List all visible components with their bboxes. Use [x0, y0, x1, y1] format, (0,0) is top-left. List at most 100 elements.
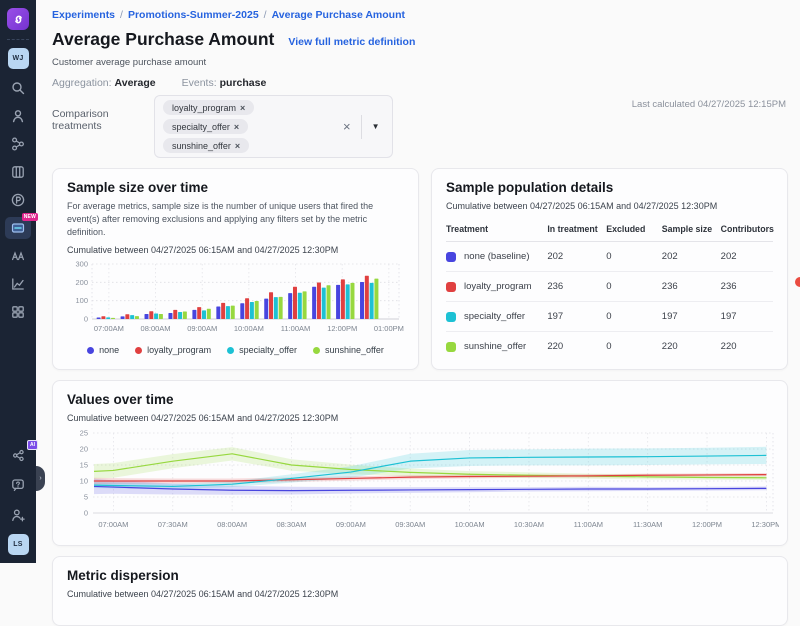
main-content: Experiments / Promotions-Summer-2025 / A… [36, 0, 800, 563]
bar-sunshine_offer [135, 316, 139, 319]
treatment-name: sunshine_offer [464, 341, 526, 352]
treatments-multiselect[interactable]: loyalty_program× specialty_offer× sunshine… [154, 95, 393, 158]
bar-specialty_offer [346, 284, 350, 319]
sidebar-item-metrics[interactable] [5, 273, 31, 295]
grid-icon [10, 304, 26, 320]
table-cell: 202 [547, 251, 606, 262]
sidebar-item-autotune[interactable] [5, 245, 31, 267]
column-header: Contributors [721, 224, 773, 234]
bar-none [264, 299, 268, 319]
breadcrumb-experiments[interactable]: Experiments [52, 9, 115, 21]
metric-subtitle: Customer average purchase amount [52, 57, 788, 68]
legend-label: specialty_offer [239, 345, 297, 355]
legend-item[interactable]: specialty_offer [227, 345, 297, 355]
bar-sunshine_offer [111, 318, 115, 319]
values-line-chart[interactable]: 051015202507:00AM07:30AM08:00AM08:30AM09… [67, 427, 779, 539]
table-cell: 197 [547, 311, 606, 322]
sample-size-bar-chart[interactable]: 010020030007:00AM08:00AM09:00AM10:00AM11… [67, 259, 404, 344]
breadcrumb: Experiments / Promotions-Summer-2025 / A… [52, 9, 788, 21]
bar-loyalty_program [125, 314, 129, 319]
legend-item[interactable]: none [87, 345, 119, 355]
sidebar-item-pulse[interactable] [5, 189, 31, 211]
statsig-logo-icon[interactable] [7, 8, 29, 30]
breadcrumb-separator: / [264, 9, 267, 21]
treatment-chip[interactable]: sunshine_offer× [163, 138, 249, 153]
treatment-color-swatch [446, 312, 456, 322]
sidebar-item-dashboards[interactable] [5, 301, 31, 323]
sidebar-item-console[interactable]: NEW [5, 217, 31, 239]
search-icon [10, 80, 26, 96]
bar-specialty_offer [322, 288, 326, 319]
chevron-down-icon[interactable]: ▼ [368, 122, 384, 131]
bar-none [97, 318, 101, 319]
sidebar-item-invite[interactable] [5, 504, 31, 526]
sidebar-item-users[interactable] [5, 105, 31, 127]
legend-item[interactable]: loyalty_program [135, 345, 211, 355]
bar-loyalty_program [293, 287, 297, 319]
select-divider [361, 115, 362, 139]
legend-item[interactable]: sunshine_offer [313, 345, 384, 355]
table-cell: 0 [606, 251, 662, 262]
user-avatar[interactable]: LS [8, 534, 29, 555]
bar-sunshine_offer [207, 309, 211, 319]
values-cumulative: Cumulative between 04/27/2025 06:15AM an… [67, 413, 773, 423]
svg-text:08:00AM: 08:00AM [217, 520, 247, 529]
table-cell: 236 [721, 281, 773, 292]
comparison-treatments-label: Comparison treatments [52, 95, 146, 158]
svg-text:07:00AM: 07:00AM [98, 520, 128, 529]
table-cell: 220 [721, 341, 773, 352]
person-icon [10, 108, 26, 124]
sidebar-item-ai-assistant[interactable]: AI [5, 444, 31, 466]
clear-all-icon[interactable]: × [339, 119, 355, 134]
column-header: Excluded [606, 224, 662, 234]
svg-text:12:30PM: 12:30PM [751, 520, 779, 529]
table-cell: 197 [662, 311, 721, 322]
table-header-row: TreatmentIn treatmentExcludedSample size… [446, 220, 773, 242]
bar-sunshine_offer [255, 301, 259, 319]
table-cell: 236 [547, 281, 606, 292]
new-badge: NEW [22, 213, 38, 221]
bar-specialty_offer [250, 302, 254, 319]
table-cell: 0 [606, 311, 662, 322]
svg-text:07:00AM: 07:00AM [94, 324, 124, 333]
svg-text:10:00AM: 10:00AM [455, 520, 485, 529]
svg-text:15: 15 [80, 461, 88, 470]
bar-none [312, 287, 316, 319]
svg-text:300: 300 [75, 260, 88, 269]
sidebar-item-help[interactable] [5, 474, 31, 496]
feature-gates-icon [10, 136, 26, 152]
population-table: TreatmentIn treatmentExcludedSample size… [446, 220, 773, 361]
bar-sunshine_offer [303, 291, 307, 319]
ai-badge: AI [27, 440, 38, 450]
breadcrumb-metric-name[interactable]: Average Purchase Amount [272, 9, 405, 21]
sidebar-item-feature-gates[interactable] [5, 133, 31, 155]
values-title: Values over time [67, 392, 773, 407]
chip-remove-icon[interactable]: × [240, 103, 245, 113]
treatment-chip[interactable]: specialty_offer× [163, 119, 248, 134]
chip-remove-icon[interactable]: × [234, 122, 239, 132]
population-title: Sample population details [446, 180, 773, 195]
events-label: Events: [182, 77, 217, 89]
workspace-avatar[interactable]: WJ [8, 48, 29, 69]
bar-none [168, 313, 172, 319]
legend-dot [135, 347, 142, 354]
sidebar-item-search[interactable] [5, 77, 31, 99]
chip-remove-icon[interactable]: × [235, 141, 240, 151]
metric-dispersion-card: Metric dispersion Cumulative between 04/… [52, 556, 788, 626]
bar-chart-legend: none loyalty_program specialty_offer sunshi… [67, 345, 404, 355]
bar-specialty_offer [274, 297, 278, 319]
view-metric-definition-link[interactable]: View full metric definition [288, 36, 415, 48]
svg-text:12:00PM: 12:00PM [692, 520, 722, 529]
treatment-chip[interactable]: loyalty_program× [163, 100, 254, 115]
breadcrumb-experiment-name[interactable]: Promotions-Summer-2025 [128, 9, 259, 21]
legend-dot [313, 347, 320, 354]
bar-loyalty_program [269, 292, 273, 319]
sidebar-item-experiments[interactable] [5, 161, 31, 183]
svg-text:100: 100 [75, 296, 88, 305]
bar-sunshine_offer [374, 279, 378, 319]
svg-text:10:30AM: 10:30AM [514, 520, 544, 529]
legend-label: none [99, 345, 119, 355]
bar-sunshine_offer [350, 283, 354, 319]
edge-notification-tab[interactable] [795, 277, 800, 287]
svg-text:01:00PM: 01:00PM [374, 324, 404, 333]
